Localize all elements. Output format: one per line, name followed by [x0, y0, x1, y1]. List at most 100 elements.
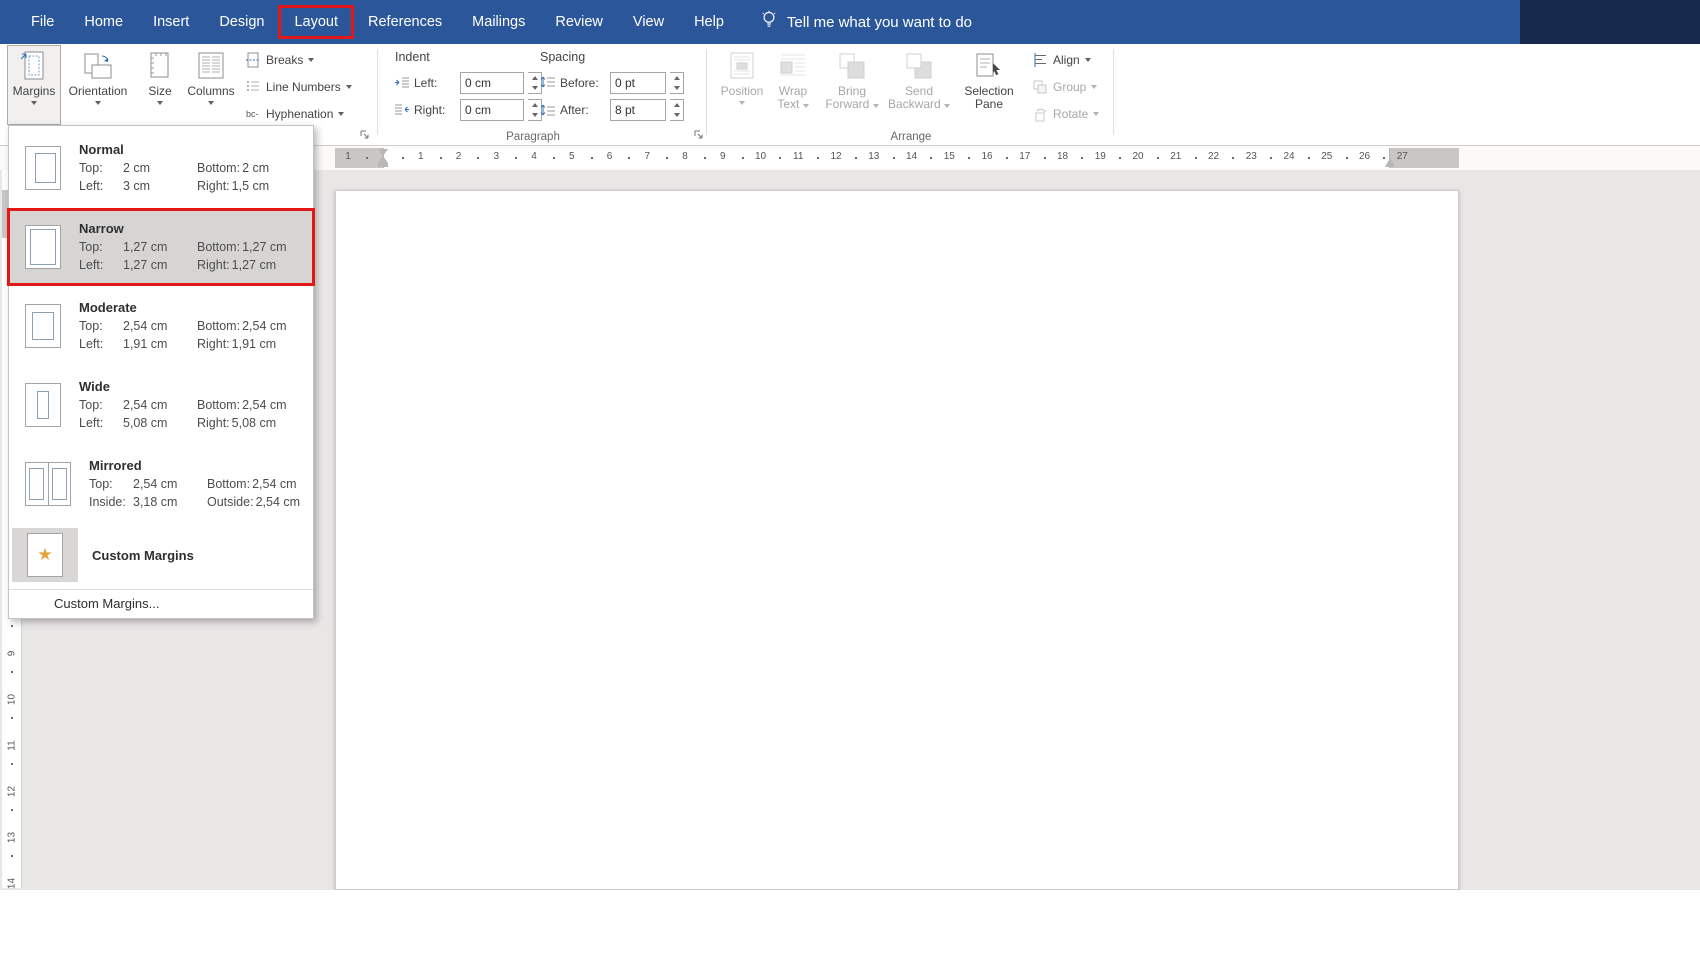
bottom-strip	[0, 890, 1700, 963]
spacing-heading: Spacing	[540, 50, 585, 64]
tell-me-box[interactable]: Tell me what you want to do	[761, 10, 972, 34]
margins-button[interactable]: Margins	[8, 46, 60, 124]
hyphenation-button[interactable]: bc- Hyphenation	[241, 102, 348, 126]
tab-design[interactable]: Design	[204, 0, 279, 44]
margin-value: 3 cm	[123, 177, 197, 195]
custom-margins-link[interactable]: Custom Margins...	[9, 589, 313, 616]
tab-review[interactable]: Review	[540, 0, 618, 44]
ruler-number: 14	[906, 151, 917, 162]
ruler-tick	[366, 157, 368, 159]
rotate-label: Rotate	[1053, 107, 1088, 121]
size-icon	[144, 50, 176, 82]
margin-label: Right:	[197, 256, 230, 274]
document-page[interactable]	[335, 190, 1459, 890]
tab-home[interactable]: Home	[69, 0, 138, 44]
ruler-tick	[1270, 157, 1272, 159]
hyphenation-icon: bc-	[245, 106, 261, 122]
margins-option-narrow[interactable]: Narrow Top:1,27 cmBottom:1,27 cm Left:1,…	[10, 211, 312, 283]
ruler-number: 4	[531, 151, 537, 162]
ruler-tick	[591, 157, 593, 159]
margin-label: Bottom:	[197, 317, 240, 335]
page-setup-dialog-launcher[interactable]	[358, 128, 372, 142]
ruler-number: 2	[456, 151, 462, 162]
chevron-down-icon	[308, 58, 314, 62]
indent-right-icon	[394, 102, 410, 118]
bring-forward-button[interactable]: Bring Forward	[822, 46, 882, 124]
indent-right-input[interactable]	[460, 99, 524, 121]
group-icon	[1032, 79, 1048, 95]
margins-option-normal[interactable]: Normal Top:2 cmBottom:2 cm Left:3 cmRigh…	[10, 132, 312, 204]
spacing-after-input[interactable]	[610, 99, 666, 121]
narrow-margins-icon	[25, 225, 61, 269]
size-label: Size	[148, 85, 171, 98]
tab-mailings[interactable]: Mailings	[457, 0, 540, 44]
chevron-down-icon	[338, 112, 344, 116]
right-indent-marker[interactable]	[1385, 158, 1395, 167]
tab-layout[interactable]: Layout	[279, 0, 353, 44]
margin-label: Top:	[79, 396, 123, 414]
rotate-button[interactable]: Rotate	[1028, 102, 1103, 126]
size-button[interactable]: Size	[138, 46, 182, 124]
position-button[interactable]: Position	[718, 46, 766, 124]
ruler-number: 21	[1170, 151, 1181, 162]
indent-left-label: Left:	[414, 76, 456, 90]
columns-button[interactable]: Columns	[184, 46, 238, 124]
spacing-before-input[interactable]	[610, 72, 666, 94]
indent-right-label: Right:	[414, 103, 456, 117]
line-numbers-label: Line Numbers	[266, 80, 341, 94]
margin-label: Top:	[79, 159, 123, 177]
align-button[interactable]: Align	[1028, 48, 1095, 72]
moderate-margins-icon	[25, 304, 61, 348]
margin-label: Right:	[197, 335, 230, 353]
tab-file[interactable]: File	[16, 0, 69, 44]
tab-insert[interactable]: Insert	[138, 0, 204, 44]
hanging-indent-marker[interactable]	[378, 156, 388, 163]
ruler-tick	[11, 717, 13, 719]
chevron-down-icon	[1091, 85, 1097, 89]
tab-view[interactable]: View	[618, 0, 679, 44]
margin-value: 5,08 cm	[232, 414, 276, 432]
line-numbers-icon	[245, 79, 261, 95]
selection-pane-label-2: Pane	[975, 98, 1003, 111]
custom-margins-icon: ★	[27, 533, 63, 577]
ruler-number: 10	[7, 693, 18, 707]
spacing-before-spinner[interactable]	[670, 72, 684, 94]
chevron-down-icon	[739, 101, 745, 105]
margins-option-wide[interactable]: Wide Top:2,54 cmBottom:2,54 cm Left:5,08…	[10, 369, 312, 441]
wrap-text-button[interactable]: Wrap Text	[768, 46, 818, 124]
ruler-tick	[968, 157, 970, 159]
spacing-after-spinner[interactable]	[670, 99, 684, 121]
ruler-number: 9	[720, 151, 726, 162]
ruler-number: 16	[981, 151, 992, 162]
margins-option-moderate[interactable]: Moderate Top:2,54 cmBottom:2,54 cm Left:…	[10, 290, 312, 362]
left-indent-marker[interactable]	[378, 163, 388, 167]
margin-label: Right:	[197, 414, 230, 432]
margin-value: 2 cm	[242, 159, 269, 177]
margins-option-name: Mirrored	[89, 457, 306, 475]
orientation-button[interactable]: Orientation	[62, 46, 134, 124]
paragraph-dialog-launcher[interactable]	[692, 128, 706, 142]
ruler-tick	[779, 157, 781, 159]
margin-label: Left:	[79, 414, 123, 432]
margin-value: 1,27 cm	[123, 238, 197, 256]
tab-help[interactable]: Help	[679, 0, 739, 44]
chevron-down-icon	[873, 104, 879, 108]
first-line-indent-marker[interactable]	[378, 149, 388, 156]
send-backward-button[interactable]: Send Backward	[886, 46, 952, 124]
ruler-tick	[11, 763, 13, 765]
indent-left-input[interactable]	[460, 72, 524, 94]
group-button[interactable]: Group	[1028, 75, 1101, 99]
breaks-label: Breaks	[266, 53, 303, 67]
line-numbers-button[interactable]: Line Numbers	[241, 75, 356, 99]
chevron-down-icon	[208, 101, 214, 105]
margins-option-custom[interactable]: ★ Custom Margins	[9, 527, 313, 583]
tab-references[interactable]: References	[353, 0, 457, 44]
selection-pane-button[interactable]: Selection Pane	[956, 46, 1022, 124]
margin-label: Bottom:	[197, 159, 240, 177]
tab-layout-label: Layout	[294, 14, 338, 30]
ruler-tick	[477, 157, 479, 159]
breaks-button[interactable]: Breaks	[241, 48, 318, 72]
margins-option-mirrored[interactable]: Mirrored Top:2,54 cmBottom:2,54 cm Insid…	[10, 448, 312, 520]
margin-value: 3,18 cm	[133, 493, 207, 511]
indent-left-icon	[394, 75, 410, 91]
